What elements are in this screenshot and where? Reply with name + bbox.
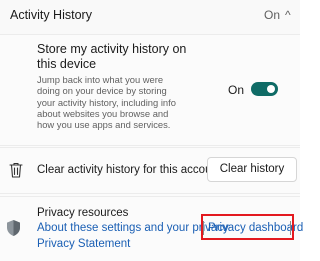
about-privacy-link[interactable]: About these settings and your privacy xyxy=(37,222,229,234)
chevron-up-icon[interactable]: ^ xyxy=(285,8,291,22)
clear-history-button[interactable]: Clear history xyxy=(207,157,297,182)
privacy-resources-section: Privacy resources About these settings a… xyxy=(0,196,303,261)
section-title: Activity History xyxy=(10,8,92,22)
clear-history-setting: Clear activity history for this account … xyxy=(0,147,300,194)
setting-description: Jump back into what you were doing on yo… xyxy=(37,74,176,131)
toggle-knob xyxy=(267,85,275,93)
activity-history-toggle[interactable] xyxy=(251,82,278,96)
settings-panel: Activity History On ^ Store my activity … xyxy=(0,0,303,261)
privacy-statement-link[interactable]: Privacy Statement xyxy=(37,238,130,250)
trash-icon xyxy=(9,162,23,178)
activity-history-header[interactable]: Activity History On ^ xyxy=(0,0,300,35)
shield-icon xyxy=(7,220,20,236)
privacy-resources-heading: Privacy resources xyxy=(37,207,129,219)
clear-history-label: Clear activity history for this account xyxy=(37,164,222,176)
store-activity-setting: Store my activity history on this device… xyxy=(0,35,300,146)
section-state: On xyxy=(264,8,281,22)
toggle-state-label: On xyxy=(228,83,245,97)
setting-title: Store my activity history on this device xyxy=(37,42,187,71)
dashboard-highlight-box xyxy=(201,214,294,240)
